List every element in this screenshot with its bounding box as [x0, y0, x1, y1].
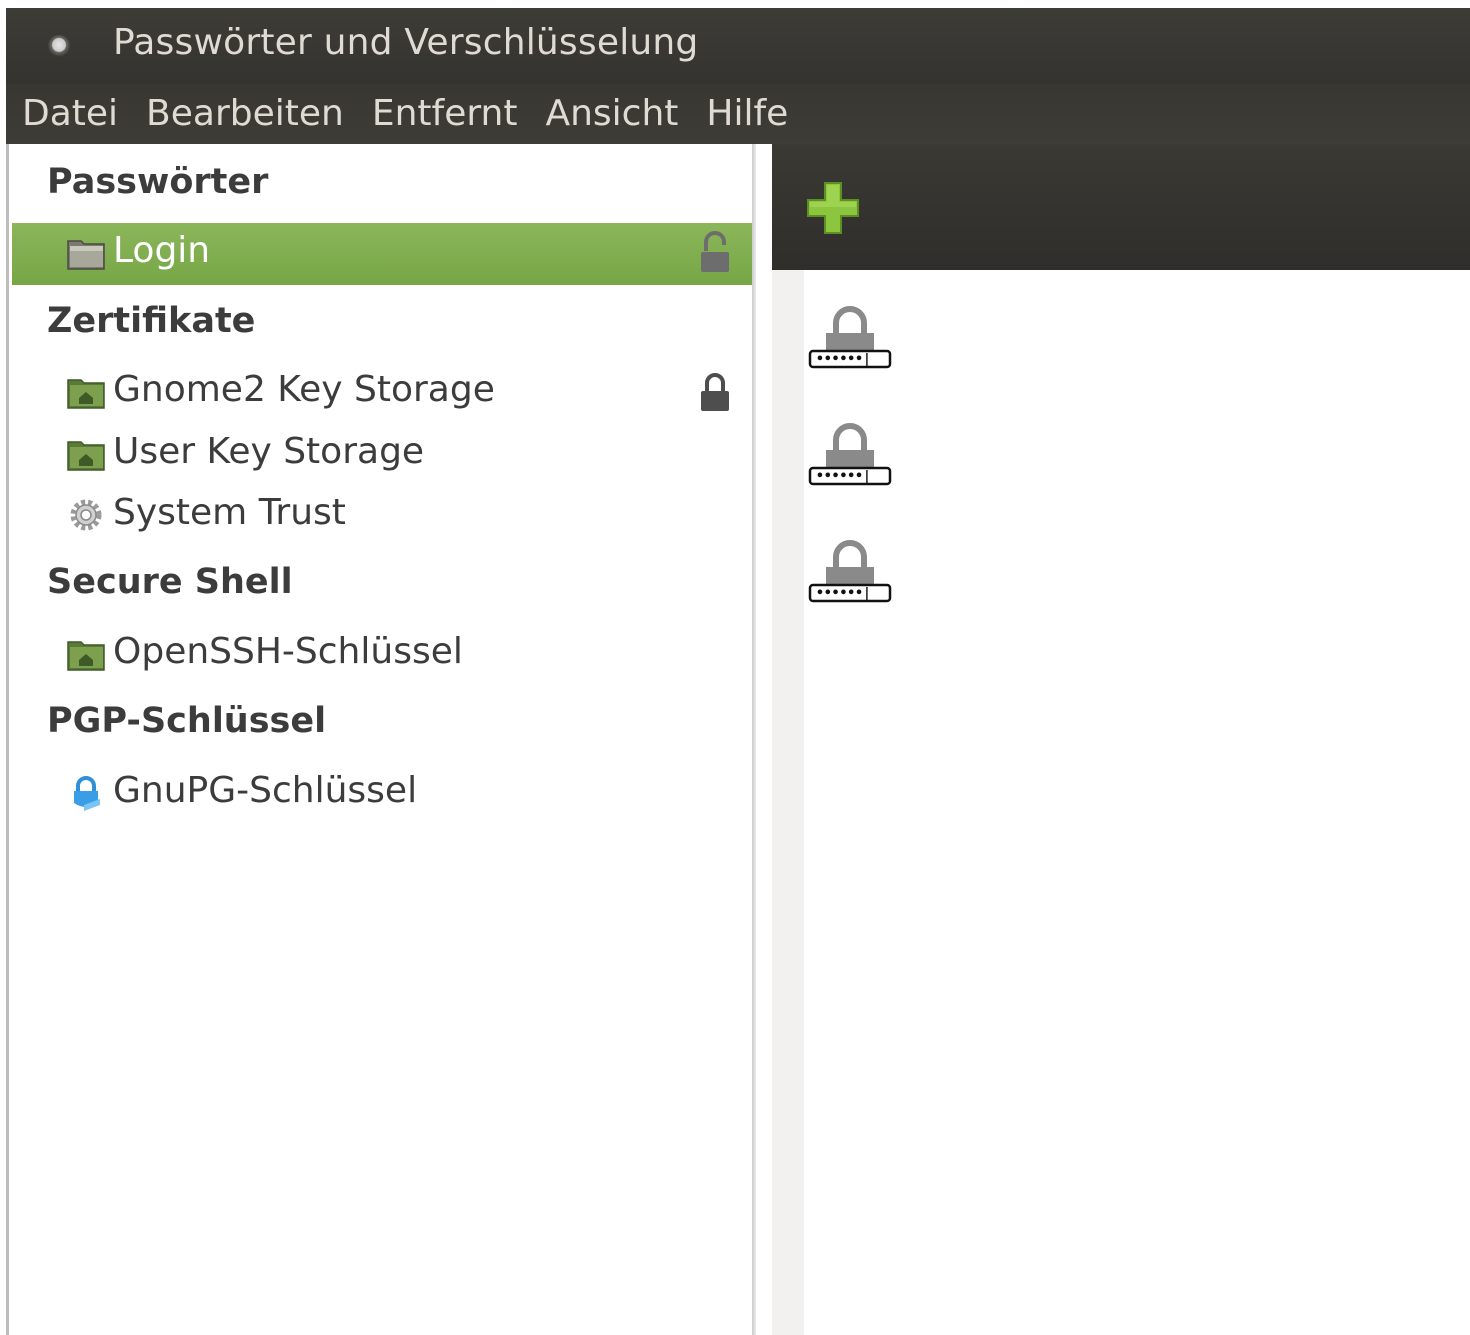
- gnupg-key-icon: [74, 776, 100, 811]
- title-bar[interactable]: Passwörter und Verschlüsselung: [6, 8, 1470, 84]
- gear-icon: [70, 499, 102, 531]
- sidebar-item-system-trust[interactable]: System Trust: [12, 485, 752, 547]
- password-lock-icon[interactable]: ••••••|: [808, 416, 892, 488]
- section-header-passwords: Passwörter: [47, 162, 269, 202]
- menu-datei[interactable]: Datei: [6, 84, 131, 144]
- sidebar-item-openssh-keys[interactable]: OpenSSH-Schlüssel: [12, 624, 752, 686]
- sidebar-item-label: GnuPG-Schlüssel: [113, 770, 418, 811]
- sidebar-item-label: Login: [113, 230, 211, 271]
- password-lock-icon[interactable]: ••••••|: [808, 533, 892, 605]
- sidebar: Passwörter Login Zertifikate Gnome2 Key …: [6, 144, 752, 1335]
- section-header-secure-shell: Secure Shell: [47, 562, 293, 602]
- menu-entfernt[interactable]: Entfernt: [357, 84, 531, 144]
- sidebar-item-gnupg-keys[interactable]: GnuPG-Schlüssel: [12, 763, 752, 825]
- sidebar-item-label: User Key Storage: [113, 431, 425, 472]
- password-lock-icon[interactable]: ••••••|: [808, 299, 892, 371]
- svg-text:••••••|: ••••••|: [816, 352, 871, 367]
- menu-bearbeiten[interactable]: Bearbeiten: [131, 84, 357, 144]
- folder-home-icon: [67, 441, 105, 471]
- svg-text:••••••|: ••••••|: [816, 469, 871, 484]
- folder-home-icon: [67, 379, 105, 409]
- sidebar-item-label: System Trust: [113, 492, 346, 533]
- unlocked-padlock-icon[interactable]: [698, 231, 732, 275]
- locked-padlock-icon[interactable]: [698, 370, 732, 414]
- section-header-certificates: Zertifikate: [47, 301, 256, 341]
- folder-icon: [67, 240, 105, 270]
- sidebar-item-gnome2-key-storage[interactable]: Gnome2 Key Storage: [12, 362, 752, 424]
- app-window: Passwörter und Verschlüsselung Datei Bea…: [6, 8, 1470, 1335]
- svg-text:••••••|: ••••••|: [816, 586, 871, 601]
- menu-ansicht[interactable]: Ansicht: [530, 84, 691, 144]
- content-pane: ••••••| ••••••| ••••••|: [756, 144, 1470, 1335]
- sidebar-item-user-key-storage[interactable]: User Key Storage: [12, 424, 752, 486]
- menu-bar: Datei Bearbeiten Entfernt Ansicht Hilfe: [6, 84, 1470, 144]
- items-gutter: [772, 270, 804, 1335]
- sidebar-item-label: Gnome2 Key Storage: [113, 369, 495, 410]
- add-icon[interactable]: [806, 181, 860, 235]
- window-menu-icon[interactable]: [48, 35, 70, 57]
- sidebar-item-login[interactable]: Login: [12, 223, 752, 285]
- toolbar: [772, 144, 1470, 270]
- window-title: Passwörter und Verschlüsselung: [113, 22, 699, 63]
- sidebar-item-label: OpenSSH-Schlüssel: [113, 631, 463, 672]
- folder-home-icon: [67, 641, 105, 671]
- menu-hilfe[interactable]: Hilfe: [691, 84, 801, 144]
- section-header-pgp-keys: PGP-Schlüssel: [47, 701, 327, 741]
